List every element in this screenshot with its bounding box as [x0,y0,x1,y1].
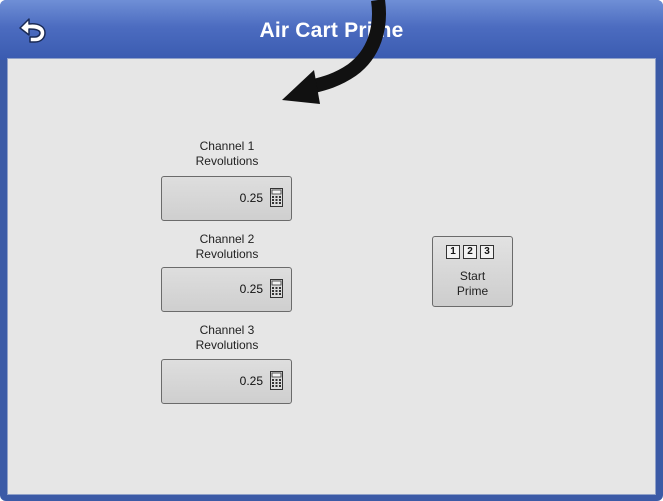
channel-1-value: 0.25 [239,191,263,205]
channel-number-3: 3 [480,245,494,259]
app-window: Air Cart Prime [0,0,663,501]
channel-number-2: 2 [463,245,477,259]
title-bar: Air Cart Prime [0,0,663,60]
channel-1-label-line1: Channel 1 [199,139,255,153]
start-prime-label-line1: Start [459,269,486,283]
channel-number-boxes: 1 2 3 [446,245,494,259]
start-prime-label: Start Prime [433,269,512,299]
start-prime-button[interactable]: 1 2 3 Start Prime [432,236,513,307]
calculator-icon [270,188,283,207]
channel-3-label-line2: Revolutions [195,338,259,352]
channel-3-label-line1: Channel 3 [199,323,255,337]
calculator-icon [270,371,283,390]
content-panel [7,58,656,495]
channel-1-revolutions-field[interactable]: 0.25 [161,176,292,221]
channel-2-label-line1: Channel 2 [199,232,255,246]
channel-3-revolutions-field[interactable]: 0.25 [161,359,292,404]
channel-1-label-line2: Revolutions [195,154,259,168]
channel-2-label: Channel 2 Revolutions [147,232,307,262]
channel-2-label-line2: Revolutions [195,247,259,261]
channel-3-label: Channel 3 Revolutions [147,323,307,353]
channel-2-revolutions-field[interactable]: 0.25 [161,267,292,312]
channel-3-value: 0.25 [239,374,263,388]
page-title: Air Cart Prime [259,19,404,42]
channel-2-value: 0.25 [239,282,263,296]
channel-1-label: Channel 1 Revolutions [147,139,307,169]
start-prime-label-line2: Prime [456,284,489,298]
channel-number-1: 1 [446,245,460,259]
calculator-icon [270,279,283,298]
